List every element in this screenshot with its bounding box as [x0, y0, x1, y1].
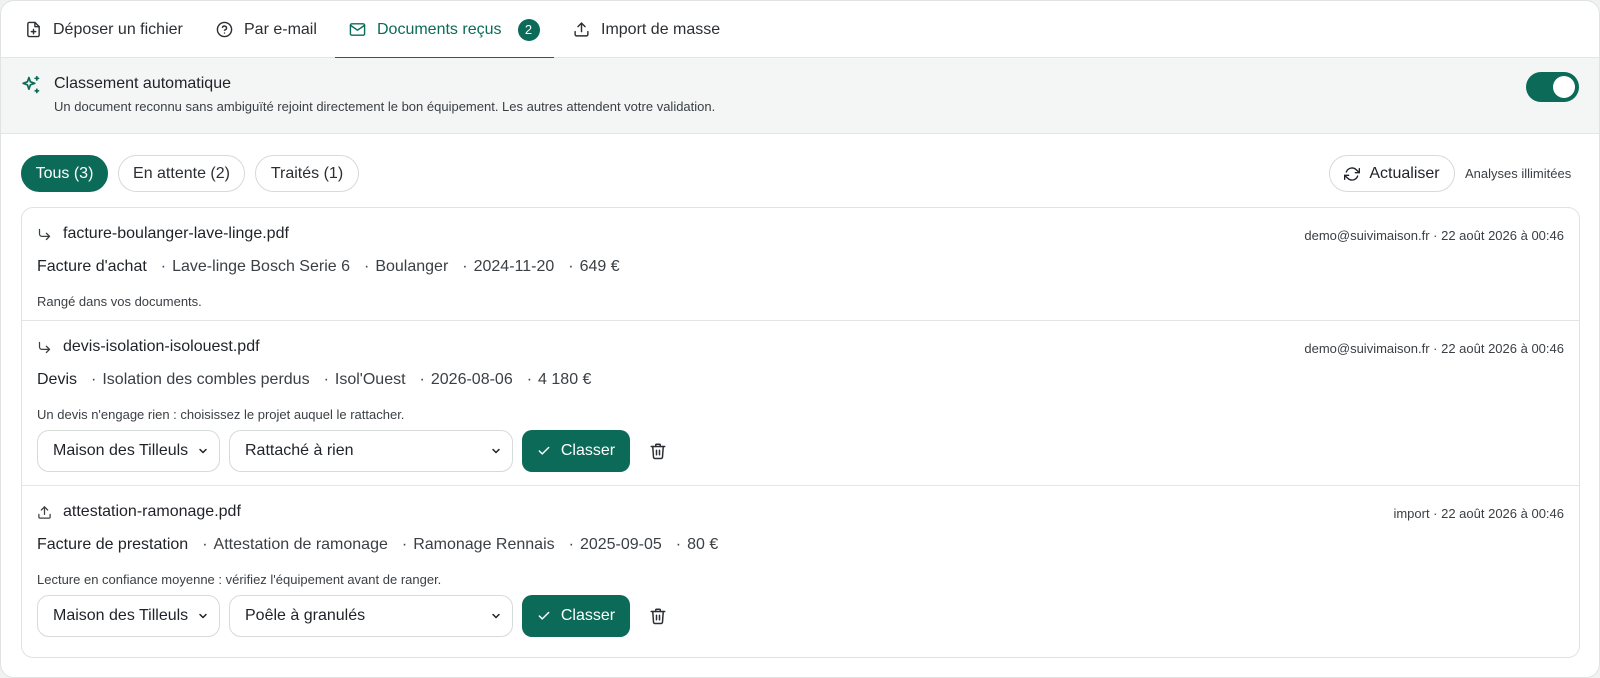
forward-arrow-icon [38, 228, 51, 240]
document-date: 2024-11-20 [462, 258, 555, 276]
document-note: Rangé dans vos documents. [37, 294, 202, 309]
list-item: facture-boulanger-lave-linge.pdf demo@su… [22, 208, 1579, 320]
document-type: Facture d'achat [37, 258, 147, 275]
refresh-button[interactable]: Actualiser [1329, 155, 1455, 192]
document-details: Facture d'achat Lave-linge Bosch Serie 6… [37, 258, 634, 276]
document-vendor: Boulanger [364, 258, 448, 276]
documents-list: facture-boulanger-lave-linge.pdf demo@su… [21, 207, 1580, 658]
tab-bar: Déposer un fichier Par e-mail Documents … [1, 1, 1599, 59]
tab-count-badge: 2 [517, 18, 540, 41]
tab-label: Déposer un fichier [53, 20, 183, 38]
tab-label: Par e-mail [244, 20, 317, 38]
document-note: Un devis n'engage rien : choisissez le p… [37, 407, 405, 422]
filename-text: attestation-ramonage.pdf [63, 503, 241, 520]
document-date: 2025-09-05 [569, 536, 662, 554]
tab-documents-recus[interactable]: Documents reçus 2 [335, 1, 554, 59]
document-amount: 4 180 € [527, 371, 591, 389]
chevron-down-icon [199, 613, 207, 619]
target-select-value: Poêle à granulés [245, 607, 366, 624]
auto-classification-toggle[interactable] [1526, 72, 1579, 102]
document-vendor: Ramonage Rennais [402, 536, 554, 554]
analyses-limit-text: Analyses illimitées [1465, 166, 1572, 181]
classer-button[interactable]: Classer [522, 595, 630, 637]
document-filename: facture-boulanger-lave-linge.pdf [37, 225, 289, 243]
documents-panel: Déposer un fichier Par e-mail Documents … [0, 0, 1600, 678]
refresh-label: Actualiser [1369, 164, 1440, 182]
tab-import-de-masse[interactable]: Import de masse [573, 1, 720, 58]
document-type: Facture de prestation [37, 536, 189, 553]
document-vendor: Isol'Ouest [324, 371, 406, 389]
tab-label: Documents reçus [377, 20, 502, 38]
auto-classification-description: Un document reconnu sans ambiguïté rejoi… [54, 99, 716, 114]
home-select-value: Maison des Tilleuls [53, 607, 189, 624]
trash-icon[interactable] [649, 607, 667, 625]
file-plus-icon [27, 21, 40, 38]
tab-deposer-fichier[interactable]: Déposer un fichier [25, 1, 183, 58]
check-icon [538, 446, 550, 455]
document-details: Devis Isolation des combles perdus Isol'… [37, 371, 605, 389]
home-select-value: Maison des Tilleuls [53, 442, 189, 459]
target-select-value: Rattaché à rien [245, 442, 354, 459]
sparkles-icon [22, 75, 40, 94]
document-type: Devis [37, 371, 78, 388]
document-source-meta: demo@suivimaison.fr · 22 août 2026 à 00:… [1304, 341, 1564, 356]
upload-icon [574, 22, 589, 37]
mail-icon [349, 23, 366, 36]
classer-label: Classer [560, 442, 616, 459]
document-filename: devis-isolation-isolouest.pdf [37, 338, 260, 356]
check-icon [538, 611, 550, 620]
auto-classification-banner: Classement automatique Un document recon… [1, 58, 1599, 134]
filter-traites[interactable]: Traités (1) [255, 155, 359, 192]
question-circle-icon [216, 21, 233, 38]
trash-icon[interactable] [649, 442, 667, 460]
target-select[interactable]: Rattaché à rien [229, 430, 513, 472]
forward-arrow-icon [38, 341, 51, 353]
document-details: Facture de prestation Attestation de ram… [37, 536, 732, 554]
home-select[interactable]: Maison des Tilleuls [37, 430, 220, 472]
document-date: 2026-08-06 [420, 371, 513, 389]
chevron-down-icon [492, 613, 500, 619]
document-source-meta: demo@suivimaison.fr · 22 août 2026 à 00:… [1304, 228, 1564, 243]
classer-button[interactable]: Classer [522, 430, 630, 472]
target-select[interactable]: Poêle à granulés [229, 595, 513, 637]
list-item: devis-isolation-isolouest.pdf demo@suivi… [22, 320, 1579, 485]
document-filename: attestation-ramonage.pdf [37, 503, 241, 521]
document-amount: 80 € [676, 536, 718, 554]
classer-label: Classer [560, 607, 616, 624]
filename-text: devis-isolation-isolouest.pdf [63, 338, 260, 355]
list-item: attestation-ramonage.pdf import · 22 aoû… [22, 485, 1579, 657]
document-amount: 649 € [568, 258, 620, 276]
filename-text: facture-boulanger-lave-linge.pdf [63, 225, 289, 242]
chevron-down-icon [199, 448, 207, 454]
toggle-knob [1553, 76, 1575, 98]
auto-classification-title: Classement automatique [54, 75, 231, 92]
tab-par-email[interactable]: Par e-mail [216, 1, 317, 58]
document-equipment: Isolation des combles perdus [91, 371, 309, 389]
filter-en-attente[interactable]: En attente (2) [118, 155, 245, 192]
document-equipment: Attestation de ramonage [202, 536, 388, 554]
document-equipment: Lave-linge Bosch Serie 6 [161, 258, 350, 276]
filter-tous[interactable]: Tous (3) [21, 155, 108, 192]
refresh-icon [1344, 166, 1361, 181]
tab-label: Import de masse [601, 20, 721, 38]
home-select[interactable]: Maison des Tilleuls [37, 595, 220, 637]
document-note: Lecture en confiance moyenne : vérifiez … [37, 572, 442, 587]
chevron-down-icon [492, 448, 500, 454]
document-source-meta: import · 22 août 2026 à 00:46 [1393, 506, 1564, 521]
upload-icon [38, 505, 51, 519]
